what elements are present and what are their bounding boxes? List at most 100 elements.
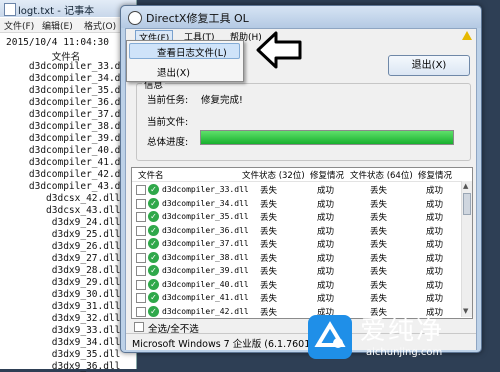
row-cell: 丢失 bbox=[260, 213, 278, 223]
row-cell: 成功 bbox=[426, 280, 444, 291]
row-cell: 成功 bbox=[426, 267, 444, 277]
row-checkbox[interactable] bbox=[136, 279, 146, 290]
row-checkbox[interactable] bbox=[136, 266, 146, 276]
row-cell: 丢失 bbox=[370, 213, 388, 223]
row-cell: 成功 bbox=[317, 199, 335, 210]
row-checkbox[interactable] bbox=[136, 212, 146, 222]
table-row[interactable]: ✓ d3dcompiler_37.dll 丢失 成功 丢失 成功 bbox=[132, 237, 462, 251]
row-cell: 丢失 bbox=[260, 199, 278, 210]
col-status32[interactable]: 文件状态 (32位) bbox=[242, 169, 305, 181]
watermark: 爱纯净 aichunjing.com bbox=[300, 300, 500, 369]
row-cell: 成功 bbox=[426, 199, 444, 210]
row-cell: 成功 bbox=[317, 267, 335, 277]
row-filename: d3dcompiler_34.dll bbox=[162, 198, 249, 208]
warning-icon[interactable] bbox=[462, 31, 472, 40]
notepad-line: d3dx9_31.dll bbox=[6, 301, 121, 312]
notepad-line: d3dcompiler_40.dll bbox=[6, 145, 132, 156]
row-checkbox[interactable] bbox=[136, 239, 146, 249]
table-row[interactable]: ✓ d3dcompiler_33.dll 丢失 成功 丢失 成功 bbox=[132, 183, 462, 197]
row-cell: 成功 bbox=[317, 280, 335, 291]
menu-item-view-log[interactable]: 查看日志文件(L) bbox=[157, 45, 227, 59]
row-filename: d3dcompiler_33.dll bbox=[162, 185, 249, 194]
table-row[interactable]: ✓ d3dcompiler_35.dll 丢失 成功 丢失 成功 bbox=[132, 210, 462, 224]
row-filename: d3dcompiler_37.dll bbox=[162, 239, 249, 248]
scroll-thumb[interactable] bbox=[463, 193, 471, 215]
notepad-line: d3dcompiler_35.dll bbox=[6, 85, 132, 96]
col-repair64[interactable]: 修复情况 bbox=[418, 169, 452, 181]
row-checkbox[interactable] bbox=[136, 198, 146, 209]
notepad-line: d3dx9_24.dll bbox=[6, 217, 121, 228]
notepad-line: d3dx9_30.dll bbox=[6, 289, 121, 300]
file-list[interactable]: 文件名 文件状态 (32位) 修复情况 文件状态 (64位) 修复情况 ✓ d3d… bbox=[131, 167, 473, 319]
success-check-icon: ✓ bbox=[148, 211, 159, 222]
notepad-line: d3dcompiler_42.dll bbox=[6, 169, 132, 180]
row-cell: 成功 bbox=[426, 186, 444, 196]
overall-progress-bar bbox=[200, 130, 454, 145]
row-cell: 丢失 bbox=[260, 280, 278, 291]
watermark-brand: 爱纯净 bbox=[360, 316, 445, 346]
notepad-line: d3dcompiler_34.dll bbox=[6, 73, 132, 84]
row-cell: 丢失 bbox=[260, 186, 278, 196]
notepad-menu-edit[interactable]: 编辑(E) bbox=[42, 19, 73, 32]
row-cell: 丢失 bbox=[370, 199, 388, 210]
row-cell: 成功 bbox=[426, 253, 444, 264]
notepad-menubar: 文件(F) 编辑(E) 格式(O) bbox=[0, 18, 136, 33]
exit-button[interactable]: 退出(X) bbox=[388, 55, 470, 76]
select-all-box[interactable] bbox=[134, 322, 144, 332]
file-menu-dropdown: 查看日志文件(L) 退出(X) bbox=[126, 40, 244, 82]
list-scrollbar[interactable]: ▲ ▼ bbox=[461, 181, 472, 317]
notepad-line: d3dcompiler_43.dll bbox=[6, 181, 132, 192]
notepad-line: d3dcompiler_39.dll bbox=[6, 133, 132, 144]
row-checkbox[interactable] bbox=[136, 225, 146, 236]
notepad-line: d3dx9_36.dll bbox=[6, 361, 121, 372]
table-row[interactable]: ✓ d3dcompiler_38.dll 丢失 成功 丢失 成功 bbox=[132, 251, 462, 265]
row-cell: 成功 bbox=[317, 226, 335, 237]
menu-item-exit[interactable]: 退出(X) bbox=[157, 65, 190, 79]
row-cell: 成功 bbox=[317, 213, 335, 223]
success-check-icon: ✓ bbox=[148, 278, 159, 290]
row-filename: d3dcompiler_35.dll bbox=[162, 212, 249, 221]
row-cell: 成功 bbox=[426, 240, 444, 250]
row-cell: 丢失 bbox=[260, 307, 278, 318]
row-cell: 丢失 bbox=[370, 280, 388, 291]
notepad-line: d3dcompiler_37.dll bbox=[6, 109, 132, 120]
watermark-url: aichunjing.com bbox=[366, 347, 443, 358]
col-filename[interactable]: 文件名 bbox=[138, 169, 164, 181]
row-cell: 丢失 bbox=[370, 267, 388, 277]
table-row[interactable]: ✓ d3dcompiler_34.dll 丢失 成功 丢失 成功 bbox=[132, 197, 462, 211]
file-label: 当前文件: bbox=[147, 117, 189, 128]
table-row[interactable]: ✓ d3dcompiler_40.dll 丢失 成功 丢失 成功 bbox=[132, 278, 462, 292]
success-check-icon: ✓ bbox=[148, 265, 159, 276]
row-cell: 丢失 bbox=[260, 253, 278, 264]
notepad-text-area[interactable]: 2015/10/4 11:04:30 C 文件名 d3dcompiler_33.… bbox=[0, 34, 136, 372]
row-cell: 丢失 bbox=[260, 226, 278, 237]
table-row[interactable]: ✓ d3dcompiler_36.dll 丢失 成功 丢失 成功 bbox=[132, 224, 462, 238]
progress-fill bbox=[201, 131, 453, 144]
table-row[interactable]: ✓ d3dcompiler_39.dll 丢失 成功 丢失 成功 bbox=[132, 264, 462, 278]
notepad-line: d3dx9_32.dll bbox=[6, 313, 121, 324]
col-status64[interactable]: 文件状态 (64位) bbox=[350, 169, 413, 181]
row-cell: 成功 bbox=[317, 186, 335, 196]
notepad-menu-format[interactable]: 格式(O) bbox=[84, 19, 116, 32]
success-check-icon: ✓ bbox=[148, 197, 159, 209]
notepad-line: d3dx9_34.dll bbox=[6, 337, 121, 348]
row-checkbox[interactable] bbox=[136, 252, 146, 263]
row-cell: 丢失 bbox=[370, 226, 388, 237]
info-group: 当前任务: 修复完成! 当前文件: 总体进度: bbox=[136, 83, 471, 161]
notepad-menu-file[interactable]: 文件(F) bbox=[4, 19, 34, 32]
notepad-line: d3dx9_25.dll bbox=[6, 229, 121, 240]
scroll-up-icon[interactable]: ▲ bbox=[463, 182, 468, 190]
success-check-icon: ✓ bbox=[148, 238, 159, 249]
row-checkbox[interactable] bbox=[136, 306, 146, 317]
row-checkbox[interactable] bbox=[136, 185, 146, 195]
directx-titlebar[interactable]: DirectX修复工具 OL bbox=[121, 6, 481, 28]
success-check-icon: ✓ bbox=[148, 292, 159, 303]
row-checkbox[interactable] bbox=[136, 293, 146, 303]
progress-label: 总体进度: bbox=[147, 137, 189, 148]
success-check-icon: ✓ bbox=[148, 251, 159, 263]
col-repair32[interactable]: 修复情况 bbox=[310, 169, 344, 181]
notepad-line: d3dcompiler_38.dll bbox=[6, 121, 132, 132]
row-cell: 丢失 bbox=[260, 240, 278, 250]
notepad-line: d3dcompiler_33.dll bbox=[6, 61, 132, 72]
pointer-arrow-icon bbox=[256, 31, 302, 69]
